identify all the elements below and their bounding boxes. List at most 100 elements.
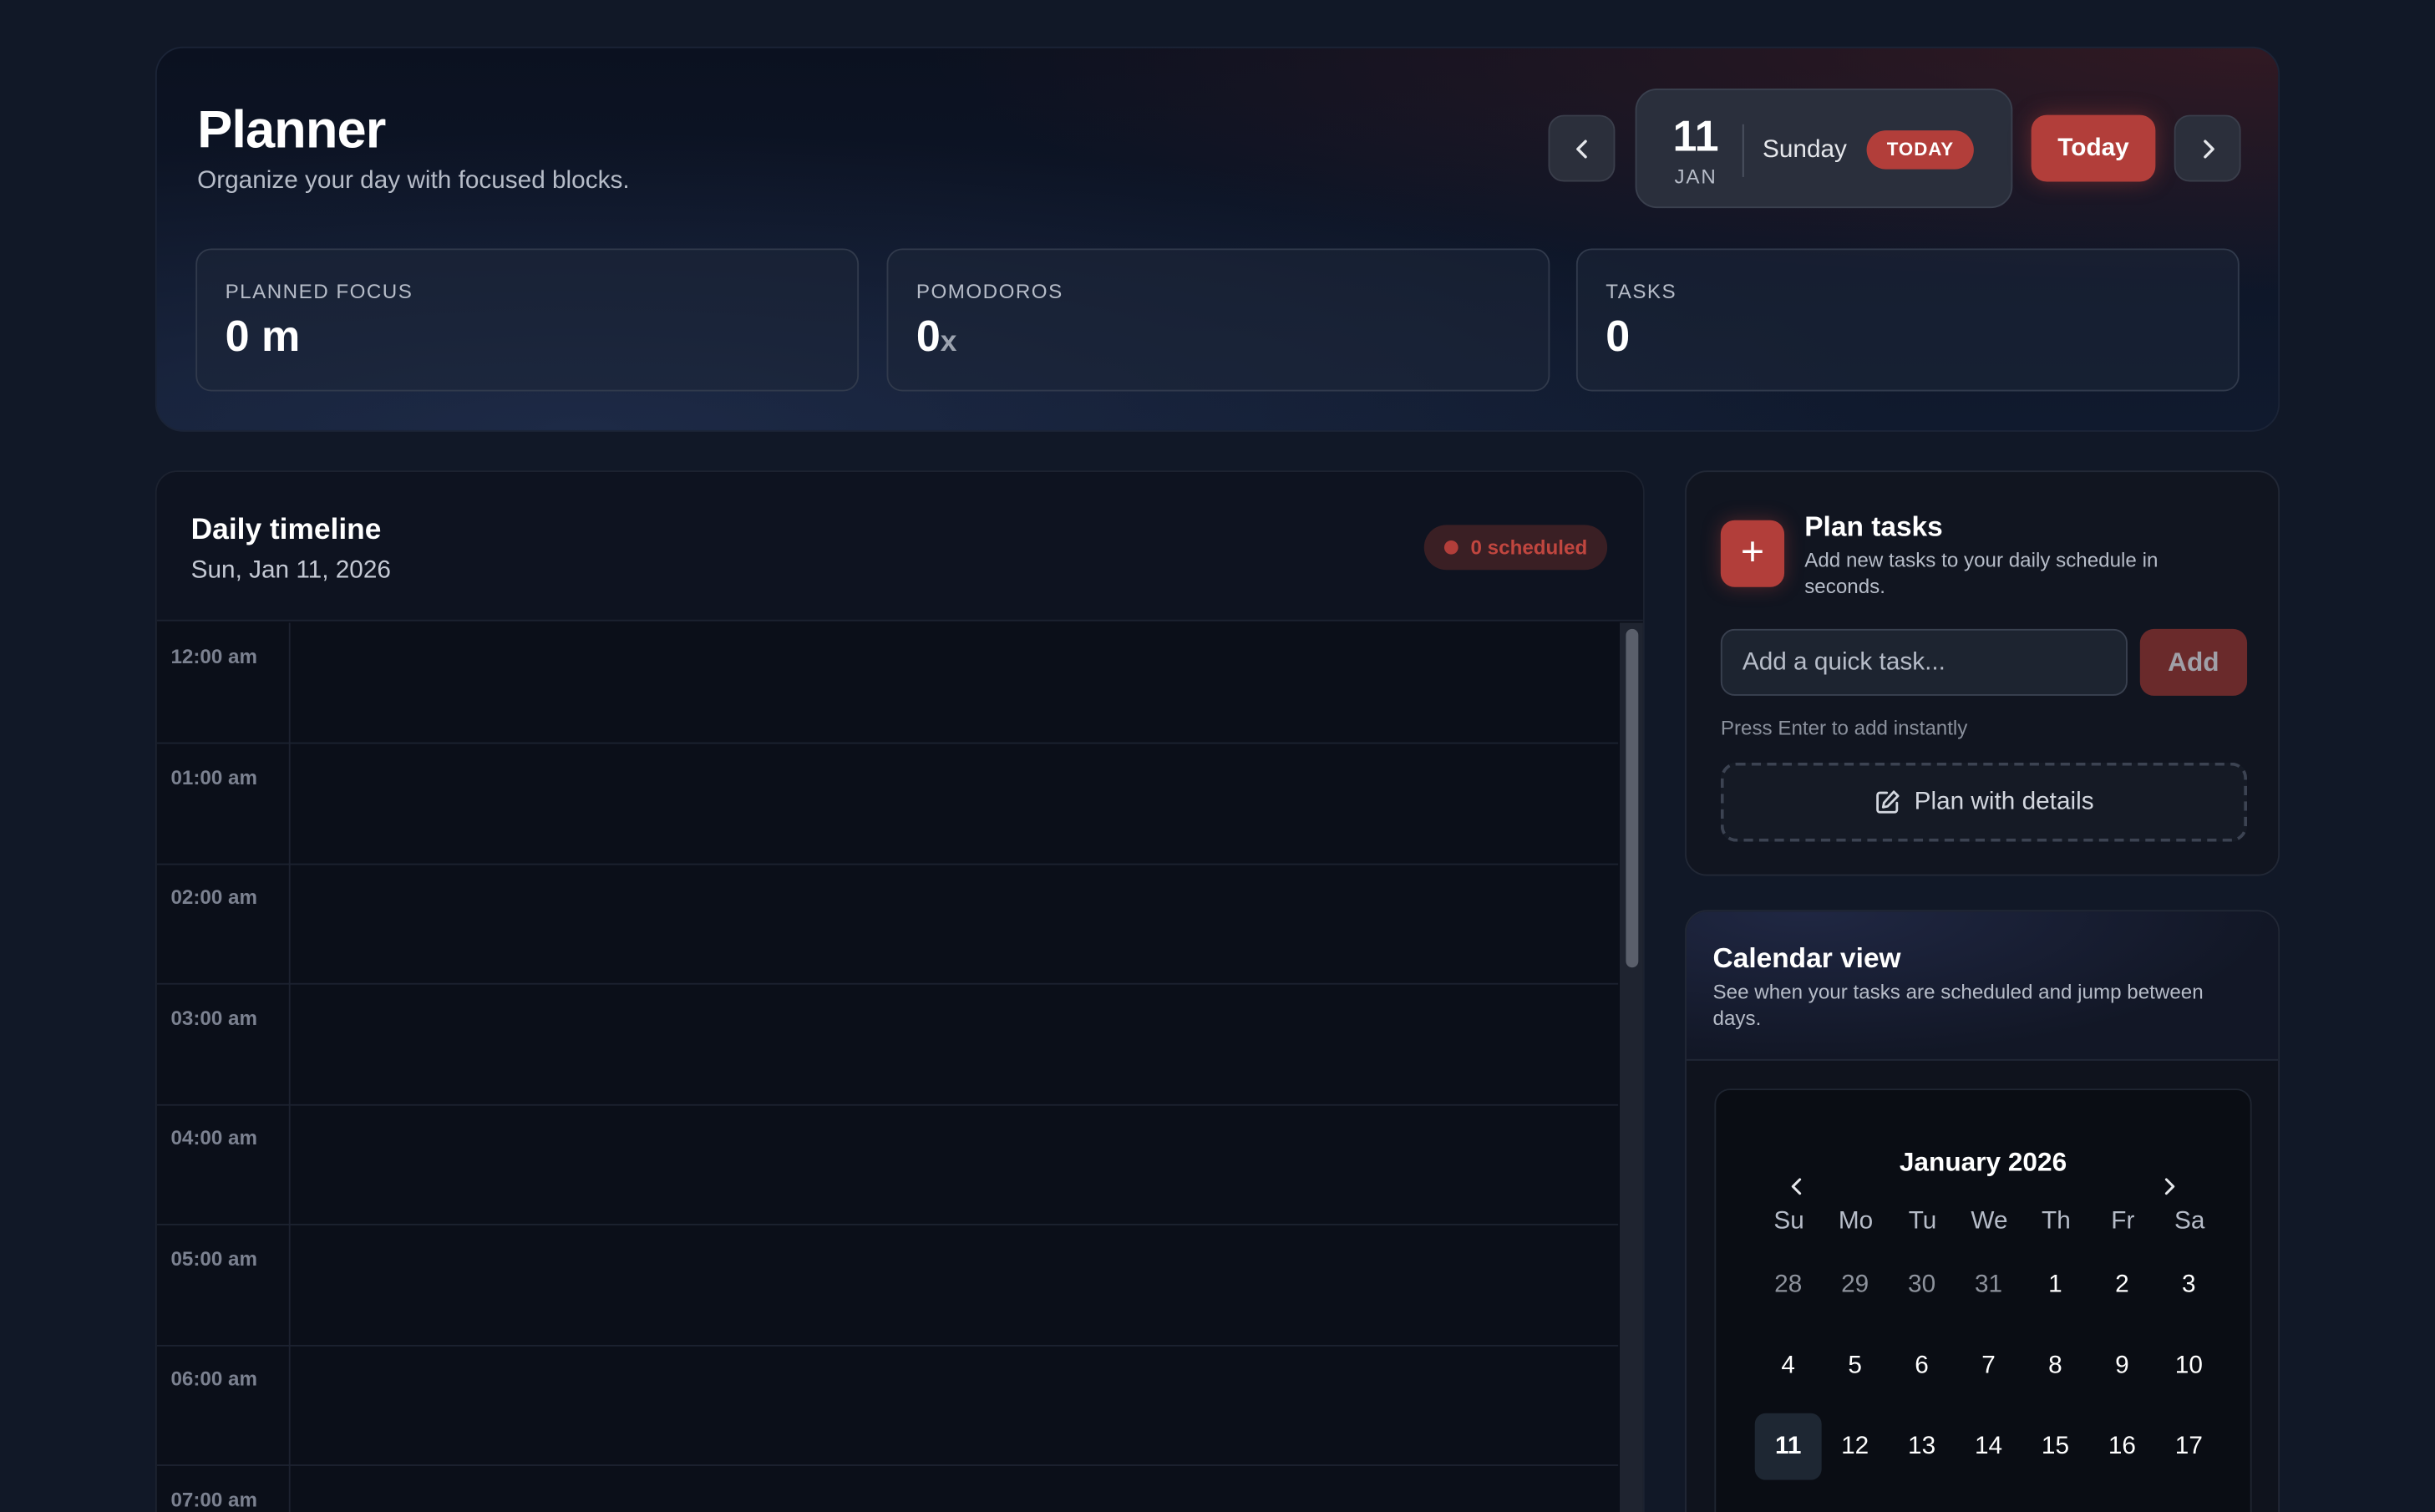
- date-divider: [1742, 124, 1744, 177]
- timeline-grid: 12:00 am 01:00 am 02:00 am 03:00 am 04:0…: [156, 622, 1619, 1512]
- scrollbar-thumb[interactable]: [1626, 628, 1639, 968]
- stat-planned-focus: PLANNED FOCUS 0 m: [195, 248, 860, 392]
- calendar-day[interactable]: 8: [2022, 1332, 2088, 1399]
- hour-slot[interactable]: [291, 984, 1618, 1104]
- calendar-day[interactable]: 31: [1956, 1251, 2022, 1318]
- weekday-header: Su: [1773, 1208, 1804, 1235]
- calendar-header: Calendar view See when your tasks are sc…: [1686, 911, 2279, 1061]
- page-subtitle: Organize your day with focused blocks.: [197, 167, 630, 195]
- hour-label: 07:00 am: [170, 1487, 257, 1510]
- calendar-day[interactable]: 13: [1889, 1413, 1956, 1480]
- stat-number: 0: [1606, 312, 1631, 361]
- hour-slot[interactable]: [291, 743, 1618, 863]
- calendar-subtitle: See when your tasks are scheduled and ju…: [1712, 980, 2204, 1030]
- stat-unit: x: [940, 326, 957, 359]
- hour-label: 02:00 am: [170, 885, 257, 909]
- hour-label: 01:00 am: [170, 764, 257, 789]
- timeline-row: 07:00 am: [157, 1465, 1618, 1512]
- timeline-row: 12:00 am: [156, 622, 1619, 744]
- month-calendar: January 2026 Su Mo Tu We Th Fr Sa 28 29 …: [1714, 1088, 2252, 1512]
- page-title: Planner: [197, 100, 386, 160]
- calendar-day[interactable]: 12: [1822, 1413, 1889, 1480]
- today-button[interactable]: Today: [2031, 114, 2156, 182]
- next-day-button[interactable]: [2174, 114, 2241, 182]
- stat-value: 0 m: [226, 312, 301, 362]
- plan-tasks-subtitle: Add new tasks to your daily schedule in …: [1804, 548, 2159, 598]
- previous-month-button[interactable]: [1786, 1175, 1808, 1205]
- calendar-day[interactable]: 9: [2088, 1332, 2155, 1399]
- date-day-number: 11: [1672, 111, 1719, 160]
- date-weekday: Sunday: [1763, 136, 1847, 164]
- calendar-day[interactable]: 29: [1822, 1251, 1889, 1318]
- input-hint: Press Enter to add instantly: [1720, 716, 1968, 739]
- calendar-day[interactable]: 2: [2088, 1251, 2155, 1318]
- daily-timeline-panel: Daily timeline Sun, Jan 11, 2026 0 sched…: [155, 470, 1645, 1512]
- calendar-title: Calendar view: [1712, 942, 1901, 974]
- calendar-day[interactable]: 1: [2022, 1251, 2088, 1318]
- previous-day-button[interactable]: [1548, 114, 1616, 182]
- hour-label: 03:00 am: [170, 1005, 257, 1029]
- calendar-day[interactable]: 5: [1822, 1332, 1889, 1399]
- calendar-day[interactable]: 4: [1755, 1332, 1822, 1399]
- scheduled-count-label: 0 scheduled: [1470, 535, 1588, 560]
- weekday-header: Mo: [1838, 1208, 1874, 1235]
- calendar-day[interactable]: 28: [1755, 1251, 1822, 1318]
- calendar-day[interactable]: 7: [1956, 1332, 2022, 1399]
- chevron-left-icon: [1575, 139, 1586, 158]
- calendar-day-selected[interactable]: 11: [1754, 1413, 1822, 1480]
- scheduled-count-badge: 0 scheduled: [1423, 525, 1608, 571]
- hour-label: 06:00 am: [170, 1366, 257, 1390]
- calendar-view-panel: Calendar view See when your tasks are sc…: [1685, 910, 2280, 1512]
- weekday-header: We: [1971, 1208, 2008, 1235]
- hour-label: 04:00 am: [170, 1125, 257, 1149]
- hour-slot[interactable]: [291, 1225, 1618, 1344]
- hour-slot[interactable]: [291, 1465, 1618, 1512]
- plan-tasks-title: Plan tasks: [1804, 510, 1943, 542]
- timeline-row: 06:00 am: [156, 1345, 1619, 1466]
- timeline-row: 02:00 am: [156, 864, 1619, 985]
- timeline-scrollbar[interactable]: [1619, 622, 1643, 1512]
- calendar-day[interactable]: 16: [2088, 1413, 2155, 1480]
- plus-icon: +: [1720, 520, 1785, 587]
- quick-task-input[interactable]: [1720, 628, 2128, 696]
- edit-icon: [1875, 790, 1899, 814]
- stat-pomodoros: POMODOROS 0x: [886, 248, 1550, 392]
- calendar-day[interactable]: 3: [2155, 1251, 2222, 1318]
- current-date-display: 11 JAN Sunday TODAY: [1635, 88, 2013, 209]
- calendar-day[interactable]: 30: [1889, 1251, 1956, 1318]
- weekday-header: Th: [2042, 1208, 2071, 1235]
- timeline-title: Daily timeline: [190, 514, 382, 547]
- stat-number: 0: [916, 312, 941, 361]
- hour-slot[interactable]: [291, 864, 1618, 983]
- calendar-month-label: January 2026: [1899, 1147, 2067, 1178]
- chevron-right-icon: [2164, 1178, 2175, 1195]
- weekday-header: Sa: [2174, 1208, 2205, 1235]
- chevron-right-icon: [2203, 139, 2214, 158]
- stat-number: 0 m: [225, 312, 301, 361]
- hour-label: 12:00 am: [170, 644, 257, 668]
- calendar-day[interactable]: 14: [1956, 1413, 2022, 1480]
- status-dot-icon: [1443, 540, 1458, 555]
- hour-slot[interactable]: [291, 622, 1618, 742]
- hour-label: 05:00 am: [170, 1246, 257, 1270]
- calendar-day[interactable]: 15: [2022, 1413, 2088, 1480]
- plan-with-details-label: Plan with details: [1914, 788, 2094, 815]
- plan-tasks-panel: + Plan tasks Add new tasks to your daily…: [1685, 470, 2280, 876]
- timeline-row: 01:00 am: [156, 743, 1619, 865]
- stat-tasks: TASKS 0: [1575, 248, 2240, 392]
- hour-slot[interactable]: [291, 1345, 1618, 1464]
- stat-value: 0: [1606, 312, 1630, 362]
- calendar-day[interactable]: 17: [2155, 1413, 2222, 1480]
- today-badge: TODAY: [1866, 130, 1975, 170]
- plan-with-details-button[interactable]: Plan with details: [1720, 762, 2248, 842]
- add-task-button[interactable]: Add: [2139, 628, 2248, 696]
- planner-header: Planner Organize your day with focused b…: [155, 46, 2280, 432]
- hour-slot[interactable]: [291, 1104, 1618, 1224]
- timeline-row: 04:00 am: [156, 1104, 1619, 1225]
- timeline-row: 05:00 am: [156, 1225, 1619, 1346]
- calendar-day[interactable]: 6: [1889, 1332, 1956, 1399]
- weekday-header: Fr: [2111, 1208, 2135, 1235]
- calendar-day[interactable]: 10: [2155, 1332, 2222, 1399]
- next-month-button[interactable]: [2159, 1175, 2180, 1205]
- stat-label: TASKS: [1606, 279, 1677, 303]
